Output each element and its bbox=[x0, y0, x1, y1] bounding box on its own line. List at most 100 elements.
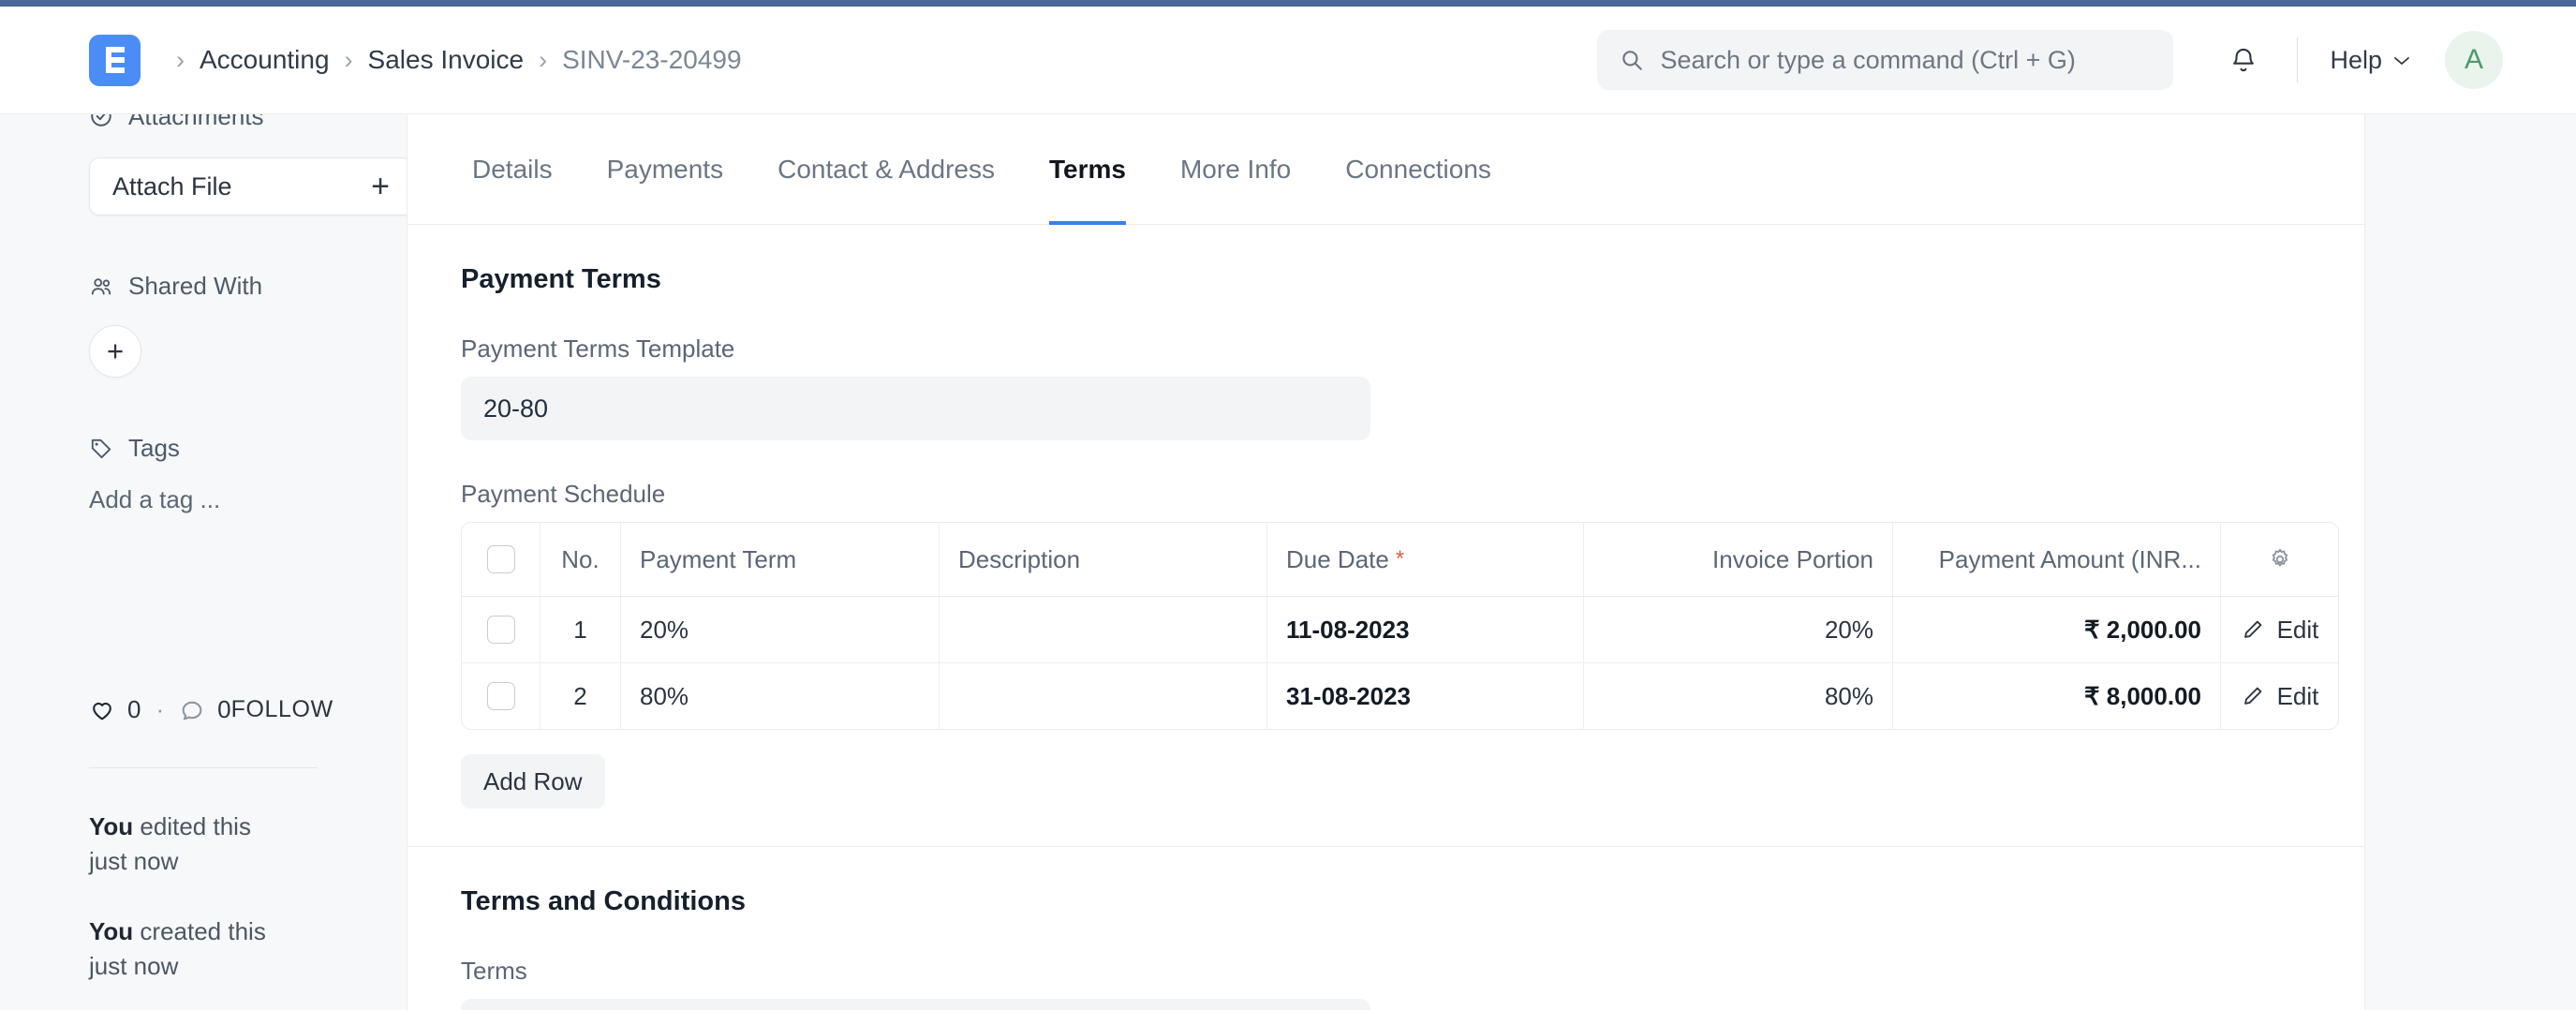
due-date-text: Due Date bbox=[1286, 545, 1389, 574]
search-icon bbox=[1620, 48, 1644, 72]
tags-title: Tags bbox=[128, 434, 180, 463]
column-header-due-date: Due Date * bbox=[1267, 523, 1584, 596]
main-content: Details Payments Contact & Address Terms… bbox=[407, 114, 2576, 1010]
activity-actor: You bbox=[89, 917, 133, 945]
social-dot: · bbox=[141, 695, 179, 724]
edit-label: Edit bbox=[2277, 682, 2319, 711]
edit-label: Edit bbox=[2277, 616, 2319, 645]
row-checkbox[interactable] bbox=[487, 682, 515, 710]
activity-actor: You bbox=[89, 812, 133, 840]
table-row[interactable]: 2 80% 31-08-2023 80% ₹ 8,000.00 Edit bbox=[462, 663, 2338, 729]
terms-and-conditions-section: Terms and Conditions Terms bbox=[407, 847, 2364, 1010]
breadcrumb-item-sales-invoice[interactable]: Sales Invoice bbox=[368, 45, 525, 75]
payment-terms-section: Payment Terms Payment Terms Template 20-… bbox=[407, 225, 2364, 847]
add-row-button[interactable]: Add Row bbox=[461, 754, 605, 809]
tab-payments[interactable]: Payments bbox=[580, 114, 751, 225]
heart-icon bbox=[89, 697, 115, 723]
cell-due-date[interactable]: 11-08-2023 bbox=[1267, 597, 1584, 662]
row-checkbox-cell[interactable] bbox=[462, 597, 540, 662]
select-all-checkbox-cell[interactable] bbox=[462, 523, 540, 596]
follow-button[interactable]: FOLLOW bbox=[231, 696, 333, 723]
cell-payment-term[interactable]: 20% bbox=[621, 597, 940, 662]
navbar: › Accounting › Sales Invoice › SINV-23-2… bbox=[0, 7, 2576, 114]
table-header-row: No. Payment Term Description Due Date * … bbox=[462, 523, 2338, 597]
cell-description[interactable] bbox=[940, 663, 1267, 729]
table-row[interactable]: 1 20% 11-08-2023 20% ₹ 2,000.00 Edit bbox=[462, 597, 2338, 663]
terms-input[interactable] bbox=[461, 999, 1370, 1010]
row-edit-button[interactable]: Edit bbox=[2221, 663, 2338, 729]
tab-details[interactable]: Details bbox=[445, 114, 580, 225]
column-header-description: Description bbox=[940, 523, 1267, 596]
tag-icon bbox=[89, 437, 113, 461]
column-header-payment-amount: Payment Amount (INR... bbox=[1893, 523, 2221, 596]
plus-icon: + bbox=[107, 334, 124, 368]
navbar-divider bbox=[2297, 37, 2298, 82]
payment-terms-template-input[interactable]: 20-80 bbox=[461, 377, 1370, 440]
cell-payment-amount[interactable]: ₹ 2,000.00 bbox=[1893, 597, 2221, 662]
like-button[interactable]: 0 bbox=[89, 695, 141, 724]
help-label: Help bbox=[2330, 46, 2382, 75]
breadcrumb-separator-2: › bbox=[524, 48, 562, 73]
form-tabs: Details Payments Contact & Address Terms… bbox=[407, 114, 2364, 225]
activity-time: just now bbox=[89, 844, 266, 879]
sidebar-divider bbox=[89, 767, 318, 768]
attachments-title: Attachments bbox=[128, 114, 264, 131]
help-menu-button[interactable]: Help bbox=[2330, 46, 2411, 75]
payment-schedule-label: Payment Schedule bbox=[461, 480, 2311, 509]
navbar-right: Search or type a command (Ctrl + G) Help… bbox=[1597, 30, 2503, 90]
section-title-payment-terms: Payment Terms bbox=[461, 264, 2311, 295]
column-header-payment-term: Payment Term bbox=[621, 523, 940, 596]
avatar-initial: A bbox=[2465, 44, 2483, 76]
cell-payment-term[interactable]: 80% bbox=[621, 663, 940, 729]
tab-connections[interactable]: Connections bbox=[1318, 114, 1518, 225]
avatar[interactable]: A bbox=[2445, 31, 2503, 89]
activity-log: You edited this just now You created thi… bbox=[89, 809, 266, 1010]
cell-no: 1 bbox=[540, 597, 621, 662]
attach-file-label: Attach File bbox=[112, 172, 232, 201]
select-all-checkbox[interactable] bbox=[487, 545, 515, 573]
add-tag-input[interactable]: Add a tag ... bbox=[89, 485, 318, 514]
shared-with-title: Shared With bbox=[128, 272, 262, 301]
activity-action: created this bbox=[140, 917, 265, 945]
add-shared-user-button[interactable]: + bbox=[89, 325, 141, 378]
erpnext-logo-icon[interactable] bbox=[89, 35, 141, 86]
cell-no: 2 bbox=[540, 663, 621, 729]
comment-icon bbox=[179, 697, 205, 723]
social-bar: 0 · 0 FOLLOW bbox=[89, 695, 318, 724]
cell-invoice-portion[interactable]: 20% bbox=[1584, 597, 1893, 662]
search-input[interactable]: Search or type a command (Ctrl + G) bbox=[1597, 30, 2173, 90]
row-checkbox-cell[interactable] bbox=[462, 663, 540, 729]
breadcrumb-separator-1: › bbox=[330, 48, 368, 73]
sidebar-section-tags: Tags bbox=[89, 434, 318, 463]
breadcrumb-item-accounting[interactable]: Accounting bbox=[200, 45, 330, 75]
top-accent-bar bbox=[0, 0, 2576, 7]
comment-count: 0 bbox=[217, 695, 230, 724]
tab-contact-address[interactable]: Contact & Address bbox=[750, 114, 1022, 225]
cell-invoice-portion[interactable]: 80% bbox=[1584, 663, 1893, 729]
sidebar: Attachments Attach File + Shared With + … bbox=[0, 114, 407, 1010]
section-title-terms-and-conditions: Terms and Conditions bbox=[461, 886, 2311, 917]
users-icon bbox=[89, 275, 113, 299]
payment-schedule-table: No. Payment Term Description Due Date * … bbox=[461, 522, 2339, 730]
payment-terms-template-value: 20-80 bbox=[483, 394, 548, 423]
cell-payment-amount[interactable]: ₹ 8,000.00 bbox=[1893, 663, 2221, 729]
required-asterisk: * bbox=[1396, 546, 1404, 572]
breadcrumb-item-document-name[interactable]: SINV-23-20499 bbox=[562, 45, 741, 75]
pencil-icon bbox=[2241, 617, 2265, 642]
payment-terms-template-label: Payment Terms Template bbox=[461, 334, 2311, 364]
activity-time: just now bbox=[89, 949, 266, 984]
cell-description[interactable] bbox=[940, 597, 1267, 662]
table-settings-button[interactable] bbox=[2221, 523, 2338, 596]
notifications-button[interactable] bbox=[2222, 38, 2265, 82]
page-body: Attachments Attach File + Shared With + … bbox=[0, 114, 2576, 1010]
gear-icon bbox=[2267, 546, 2293, 572]
row-checkbox[interactable] bbox=[487, 616, 515, 644]
tab-more-info[interactable]: More Info bbox=[1153, 114, 1318, 225]
tab-terms[interactable]: Terms bbox=[1022, 114, 1153, 225]
cell-due-date[interactable]: 31-08-2023 bbox=[1267, 663, 1584, 729]
activity-item: You created this just now bbox=[89, 914, 266, 984]
row-edit-button[interactable]: Edit bbox=[2221, 597, 2338, 662]
comment-button[interactable]: 0 bbox=[179, 695, 230, 724]
attach-file-button[interactable]: Attach File + bbox=[89, 157, 407, 215]
sidebar-section-shared-with: Shared With bbox=[89, 272, 318, 301]
